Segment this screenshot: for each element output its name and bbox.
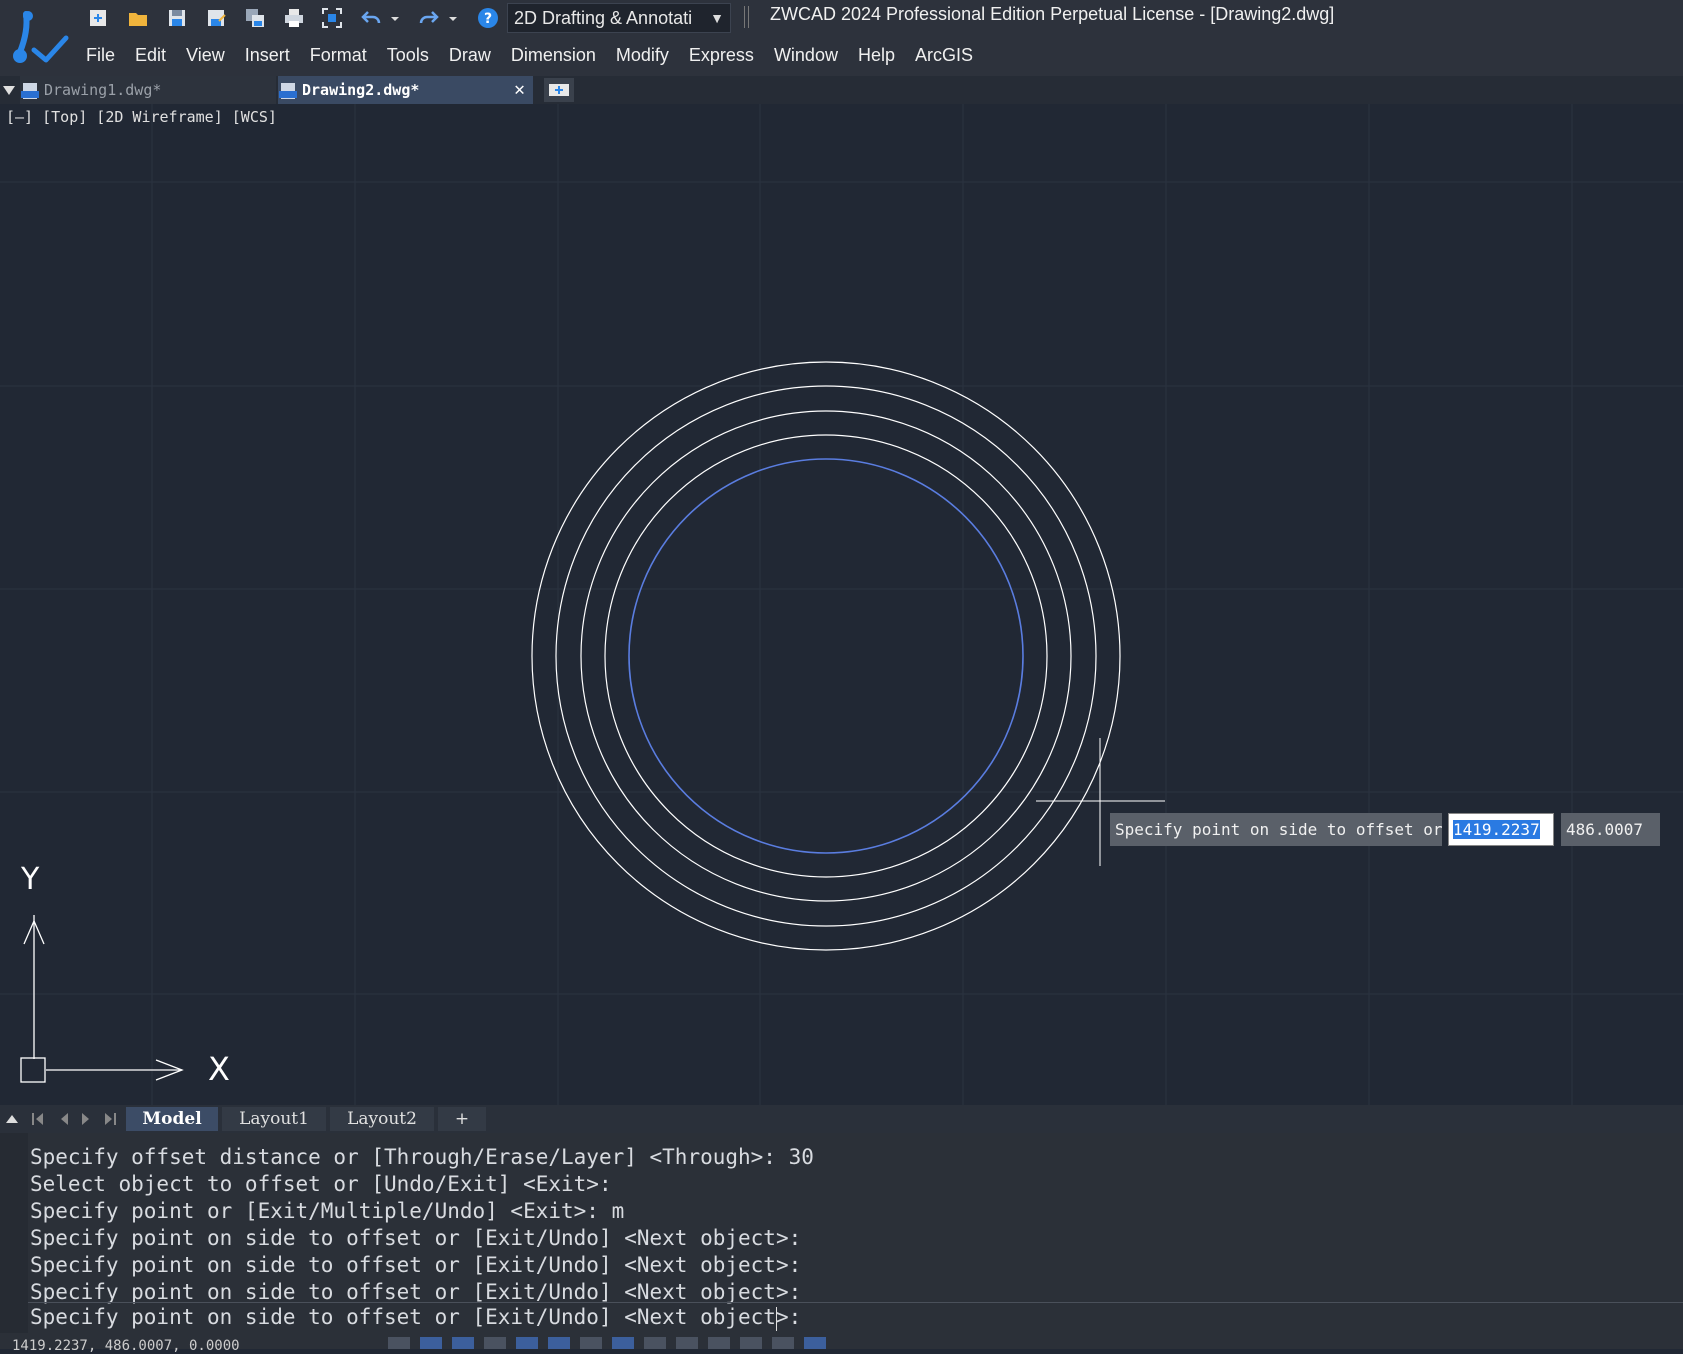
status-toggles <box>388 1337 826 1349</box>
history-line: Specify point on side to offset or [Exit… <box>30 1253 802 1277</box>
snap-toggle-icon[interactable] <box>420 1337 442 1349</box>
new-icon[interactable] <box>84 4 112 32</box>
viewport-controls-label[interactable]: [—] [Top] [2D Wireframe] [WCS] <box>6 108 277 126</box>
undo-dropdown-icon[interactable] <box>388 4 402 32</box>
annotation-toggle-icon[interactable] <box>740 1337 762 1349</box>
window-title: ZWCAD 2024 Professional Edition Perpetua… <box>770 4 1335 24</box>
undo-icon[interactable] <box>357 4 385 32</box>
first-layout-icon[interactable] <box>30 1111 46 1131</box>
zwcad-logo[interactable] <box>6 8 70 68</box>
polar-toggle-icon[interactable] <box>484 1337 506 1349</box>
menu-dimension[interactable]: Dimension <box>501 40 606 70</box>
new-tab-button[interactable] <box>544 78 574 102</box>
menu-toggle-icon[interactable] <box>772 1337 794 1349</box>
menu-express[interactable]: Express <box>679 40 764 70</box>
command-window-handle[interactable] <box>0 1133 28 1333</box>
history-line: Specify point on side to offset or [Exit… <box>30 1280 802 1304</box>
menu-edit[interactable]: Edit <box>125 40 176 70</box>
ucs-x-label: X <box>208 1050 230 1088</box>
command-input[interactable]: Specify point on side to offset or [Exit… <box>28 1302 1683 1335</box>
help-icon[interactable]: ? <box>474 4 502 32</box>
tab-layout2[interactable]: Layout2 <box>330 1107 434 1131</box>
offset-circle-1[interactable] <box>604 434 1048 878</box>
selected-circle[interactable] <box>628 458 1024 854</box>
coordinate-readout: 1419.2237, 486.0007, 0.0000 <box>12 1338 240 1354</box>
workspace-label: 2D Drafting & Annotati <box>514 8 693 28</box>
tab-label: Drawing1.dwg* <box>44 81 162 99</box>
dwg-file-icon <box>279 82 297 99</box>
status-bar <box>0 1334 1683 1349</box>
ucs-icon <box>20 915 184 1083</box>
last-layout-icon[interactable] <box>102 1111 118 1131</box>
history-line: Select object to offset or [Undo/Exit] <… <box>30 1172 612 1196</box>
offset-circle-4[interactable] <box>531 361 1121 951</box>
tab-drawing2[interactable]: Drawing2.dwg* ✕ <box>278 76 533 104</box>
osnap-toggle-icon[interactable] <box>516 1337 538 1349</box>
dwg-file-icon <box>21 82 39 99</box>
offset-circle-2[interactable] <box>580 410 1072 902</box>
svg-text:?: ? <box>484 11 492 27</box>
history-line: Specify point on side to offset or [Exit… <box>30 1226 802 1250</box>
new-tab-icon <box>549 84 569 96</box>
multi-save-icon[interactable] <box>241 4 269 32</box>
offset-circle-3[interactable] <box>555 385 1097 927</box>
menu-tools[interactable]: Tools <box>377 40 439 70</box>
title-bar: ? 2D Drafting & Annotati ▼ ZWCAD 2024 Pr… <box>0 0 1683 76</box>
dynamic-input-y-field[interactable]: 486.0007 <box>1561 813 1660 846</box>
text-caret <box>776 1307 777 1331</box>
chevron-down-icon: ▼ <box>710 10 724 26</box>
dynamic-input-toggle-icon[interactable] <box>612 1337 634 1349</box>
history-line: Specify point or [Exit/Multiple/Undo] <E… <box>30 1199 625 1223</box>
zoom-extents-icon[interactable] <box>318 4 346 32</box>
next-layout-icon[interactable] <box>78 1111 94 1131</box>
crosshair-cursor <box>1036 738 1165 866</box>
save-as-icon[interactable] <box>202 4 230 32</box>
lineweight-toggle-icon[interactable] <box>644 1337 666 1349</box>
document-tab-bar: Drawing1.dwg* Drawing2.dwg* ✕ <box>0 76 1683 104</box>
add-layout-button[interactable]: + <box>438 1107 486 1131</box>
menu-bar: File Edit View Insert Format Tools Draw … <box>76 40 983 70</box>
redo-icon[interactable] <box>415 4 443 32</box>
otrack-toggle-icon[interactable] <box>548 1337 570 1349</box>
drawing-canvas[interactable] <box>0 104 1683 1105</box>
menu-draw[interactable]: Draw <box>439 40 501 70</box>
menu-arcgis[interactable]: ArcGIS <box>905 40 983 70</box>
dynamic-input-prompt: Specify point on side to offset or <box>1110 813 1442 846</box>
menu-help[interactable]: Help <box>848 40 905 70</box>
history-line: Specify offset distance or [Through/Eras… <box>30 1145 814 1169</box>
workspace-dropdown[interactable]: 2D Drafting & Annotati ▼ <box>507 3 731 33</box>
title-separator <box>744 6 749 28</box>
menu-format[interactable]: Format <box>300 40 377 70</box>
prev-layout-icon[interactable] <box>56 1111 72 1131</box>
x-value: 1419.2237 <box>1453 820 1540 839</box>
menu-insert[interactable]: Insert <box>235 40 300 70</box>
menu-file[interactable]: File <box>76 40 125 70</box>
drawing-viewport[interactable]: [—] [Top] [2D Wireframe] [WCS] Y X <box>0 104 1683 1105</box>
tab-model[interactable]: Model <box>126 1107 218 1131</box>
layout-tab-bar: Model Layout1 Layout2 + <box>0 1105 1683 1133</box>
model-space-toggle-icon[interactable] <box>804 1337 826 1349</box>
selection-cycling-toggle-icon[interactable] <box>708 1337 730 1349</box>
ucs-y-label: Y <box>21 862 40 897</box>
close-icon[interactable]: ✕ <box>514 76 525 104</box>
transparency-toggle-icon[interactable] <box>676 1337 698 1349</box>
menu-view[interactable]: View <box>176 40 235 70</box>
open-icon[interactable] <box>124 4 152 32</box>
dynamic-ucs-toggle-icon[interactable] <box>580 1337 602 1349</box>
redo-dropdown-icon[interactable] <box>446 4 460 32</box>
print-icon[interactable] <box>280 4 308 32</box>
scroll-up-icon[interactable] <box>4 1111 20 1130</box>
save-icon[interactable] <box>163 4 191 32</box>
dynamic-input-x-field[interactable]: 1419.2237 <box>1448 813 1554 846</box>
tab-list-dropdown-icon[interactable] <box>2 82 16 98</box>
menu-window[interactable]: Window <box>764 40 848 70</box>
command-prompt: Specify point on side to offset or [Exit… <box>30 1305 802 1329</box>
ortho-toggle-icon[interactable] <box>452 1337 474 1349</box>
tab-layout1[interactable]: Layout1 <box>222 1107 326 1131</box>
grid-toggle-icon[interactable] <box>388 1337 410 1349</box>
tab-drawing1[interactable]: Drawing1.dwg* <box>20 76 276 104</box>
tab-label: Drawing2.dwg* <box>302 81 420 99</box>
menu-modify[interactable]: Modify <box>606 40 679 70</box>
grid <box>0 104 1683 1105</box>
